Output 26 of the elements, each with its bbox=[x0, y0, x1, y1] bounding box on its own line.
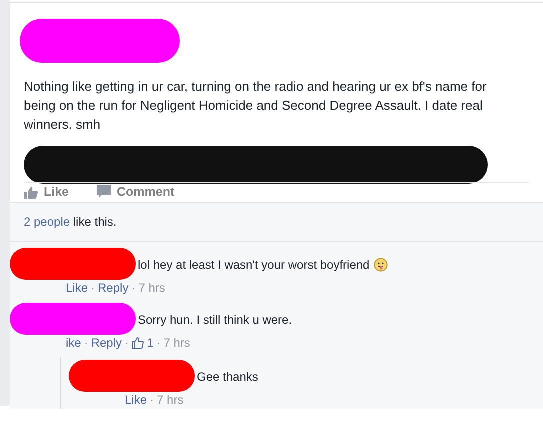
thumbs-up-icon bbox=[132, 336, 144, 349]
separator-dot: · bbox=[83, 334, 90, 352]
like-link[interactable]: ike bbox=[66, 334, 82, 352]
comment-text: Gee thanks bbox=[197, 368, 258, 386]
like-count: 1 bbox=[147, 334, 154, 352]
comment-time: 7 hrs bbox=[164, 334, 190, 352]
comment-time: 7 hrs bbox=[157, 392, 184, 409]
post-text: Nothing like getting in ur car, turning on the radio and hearing ur ex bf's name for being on the run for Negligent Homicide and Second Degree Assault. I date real winners. smh bbox=[24, 78, 488, 134]
separator-dot: · bbox=[149, 392, 156, 409]
comment-text: lol hey at least I wasn't your worst boyfriend bbox=[138, 256, 370, 274]
reply-link[interactable]: Reply bbox=[98, 278, 129, 297]
thumbs-up-icon bbox=[24, 186, 38, 199]
separator-dot: · bbox=[156, 334, 162, 352]
likes-text: like this. bbox=[73, 214, 117, 229]
comment-text: Sorry hun. I still think u were. bbox=[138, 312, 292, 329]
like-link[interactable]: Like bbox=[125, 390, 148, 409]
separator-dot: · bbox=[130, 280, 137, 297]
speech-bubble-icon bbox=[97, 185, 112, 200]
comment-button[interactable]: Comment bbox=[97, 183, 175, 202]
comment-time: 7 hrs bbox=[138, 280, 166, 297]
separator-dot: · bbox=[124, 334, 130, 352]
people-link[interactable]: 2 people bbox=[24, 214, 70, 229]
like-link[interactable]: Like bbox=[66, 278, 88, 297]
separator-dot: · bbox=[90, 280, 96, 297]
reply-link[interactable]: Reply bbox=[91, 334, 122, 352]
like-button[interactable]: Like bbox=[24, 183, 70, 202]
